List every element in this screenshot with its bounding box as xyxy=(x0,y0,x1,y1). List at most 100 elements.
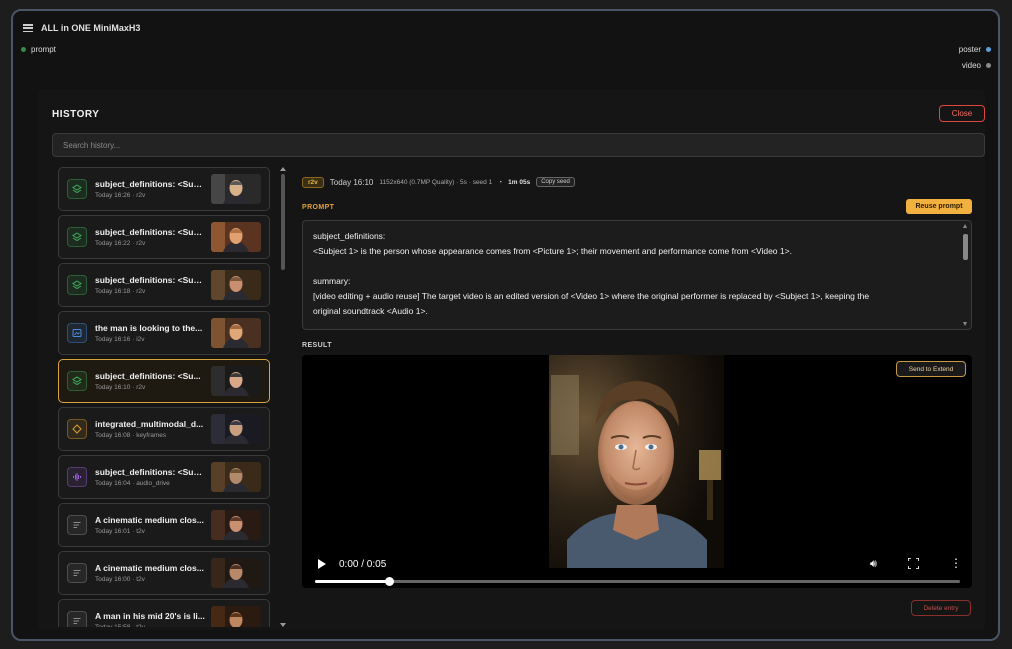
history-thumbnail xyxy=(211,174,261,204)
history-thumbnail xyxy=(211,222,261,252)
waveform-icon xyxy=(67,467,87,487)
play-icon[interactable] xyxy=(318,559,326,569)
history-thumbnail xyxy=(211,414,261,444)
scroll-up-icon[interactable] xyxy=(280,167,286,171)
history-thumbnail xyxy=(211,462,261,492)
output-video[interactable]: video xyxy=(962,61,991,70)
scroll-up-icon[interactable] xyxy=(963,224,967,228)
scroll-down-icon[interactable] xyxy=(280,623,286,627)
history-item-meta: Today 16:01 · t2v xyxy=(95,528,145,535)
history-item-meta: Today 16:10 · r2v xyxy=(95,384,146,391)
history-item-title: subject_definitions: <Su... xyxy=(95,371,201,381)
layers-icon xyxy=(67,275,87,295)
scroll-down-icon[interactable] xyxy=(963,322,967,326)
input-prompt[interactable]: prompt xyxy=(21,45,56,54)
detail-time: Today 16:10 xyxy=(329,177,374,187)
image-icon xyxy=(67,323,87,343)
history-item-title: the man is looking to the... xyxy=(95,323,203,333)
history-item-title: A cinematic medium clos... xyxy=(95,563,204,573)
delete-entry-button[interactable]: Delete entry xyxy=(911,600,971,616)
scroll-thumb[interactable] xyxy=(281,174,285,270)
history-thumbnail xyxy=(211,270,261,300)
history-panel: HISTORY Close subject_definitions: <Sub.… xyxy=(38,89,985,630)
history-item-meta: Today 15:58 · t2v xyxy=(95,624,211,627)
history-item-meta: Today 16:04 · audio_drive xyxy=(95,480,170,487)
history-item-meta: Today 16:00 · t2v xyxy=(95,576,145,583)
prompt-scrollbar[interactable] xyxy=(963,224,968,326)
volume-icon[interactable]: 🔊︎ xyxy=(870,558,877,571)
menu-icon[interactable] xyxy=(23,24,33,32)
video-time: 0:00 / 0:05 xyxy=(339,559,387,570)
history-list: subject_definitions: <Sub... Today 16:26 … xyxy=(58,167,272,627)
output-label: poster xyxy=(958,45,981,54)
progress-knob[interactable] xyxy=(384,577,394,586)
history-thumbnail xyxy=(211,510,261,540)
history-item[interactable]: A man in his mid 20's is li... Today 15:5… xyxy=(58,599,270,627)
history-item-title: subject_definitions: <Sub... xyxy=(95,179,205,189)
prompt-line: [video editing + audio reuse] The target… xyxy=(313,291,870,301)
prompt-textbox[interactable]: subject_definitions: <Subject 1> is the … xyxy=(302,220,972,330)
scroll-thumb[interactable] xyxy=(963,234,968,260)
history-item[interactable]: integrated_multimodal_d... Today 16:08 · … xyxy=(58,407,270,451)
node-window: ALL in ONE MiniMaxH3 prompt poster video… xyxy=(11,9,1000,641)
history-item[interactable]: A cinematic medium clos... Today 16:01 · … xyxy=(58,503,270,547)
history-item-meta: Today 16:16 · i2v xyxy=(95,336,145,343)
prompt-line: subject_definitions: xyxy=(313,231,386,241)
history-item-title: A cinematic medium clos... xyxy=(95,515,204,525)
history-item[interactable]: A cinematic medium clos... Today 16:00 · … xyxy=(58,551,270,595)
history-item-meta: Today 16:08 · keyframes xyxy=(95,432,167,439)
history-thumbnail xyxy=(211,318,261,348)
history-item[interactable]: the man is looking to the... Today 16:16 … xyxy=(58,311,270,355)
video-player[interactable]: Send to Extend 0:00 / 0:05 🔊︎ ⋮ xyxy=(302,355,972,588)
node-title: ALL in ONE MiniMaxH3 xyxy=(41,23,141,33)
input-dot-icon[interactable] xyxy=(21,47,26,52)
history-item-meta: Today 16:18 · r2v xyxy=(95,288,146,295)
close-button[interactable]: Close xyxy=(939,105,985,122)
history-item-meta: Today 16:26 · r2v xyxy=(95,192,146,199)
search-input[interactable] xyxy=(52,133,985,157)
reuse-prompt-button[interactable]: Reuse prompt xyxy=(906,199,972,214)
output-dot-icon[interactable] xyxy=(986,63,991,68)
history-item[interactable]: subject_definitions: <Sub... Today 16:26 … xyxy=(58,167,270,211)
diamond-icon xyxy=(67,419,87,439)
layers-icon xyxy=(67,227,87,247)
history-title: HISTORY xyxy=(52,109,100,120)
result-label: RESULT xyxy=(302,342,332,349)
history-thumbnail xyxy=(211,606,261,627)
detail-meta: r2v Today 16:10 1152x640 (0.7MP Quality)… xyxy=(302,175,972,189)
portrait-image xyxy=(549,355,724,568)
history-item-title: subject_definitions: <Sub... xyxy=(95,227,205,237)
generation-duration: 1m 05s xyxy=(508,178,531,186)
prompt-line: <Subject 1> is the person whose appearan… xyxy=(313,246,792,256)
video-controls: 0:00 / 0:05 🔊︎ ⋮ xyxy=(302,548,972,588)
history-item[interactable]: subject_definitions: <Su... Today 16:10 ·… xyxy=(58,359,270,403)
history-thumbnail xyxy=(211,366,261,396)
output-dot-icon[interactable] xyxy=(986,47,991,52)
progress-fill xyxy=(315,580,390,583)
prompt-line: summary: xyxy=(313,276,351,286)
output-poster[interactable]: poster xyxy=(959,45,991,54)
copy-seed-button[interactable]: Copy seed xyxy=(536,177,575,187)
node-header: ALL in ONE MiniMaxH3 xyxy=(23,21,140,35)
history-item-meta: Today 16:22 · r2v xyxy=(95,240,146,247)
history-item[interactable]: subject_definitions: <Sub... Today 16:18 … xyxy=(58,263,270,307)
history-item-title: A man in his mid 20's is li... xyxy=(95,611,205,621)
history-item-title: subject_definitions: <Sub... xyxy=(95,275,205,285)
history-thumbnail xyxy=(211,558,261,588)
input-label: prompt xyxy=(31,45,56,54)
mode-badge: r2v xyxy=(302,176,324,188)
fullscreen-icon[interactable] xyxy=(908,558,919,569)
video-progress-bar[interactable] xyxy=(315,577,960,586)
prompt-label: PROMPT xyxy=(302,204,335,211)
history-item[interactable]: subject_definitions: <Sub... Today 16:22 … xyxy=(58,215,270,259)
layers-icon xyxy=(67,371,87,391)
send-to-extend-button[interactable]: Send to Extend xyxy=(896,361,966,377)
history-item-title: integrated_multimodal_d... xyxy=(95,419,204,429)
history-item[interactable]: subject_definitions: <Sub... Today 16:04 … xyxy=(58,455,270,499)
video-frame xyxy=(549,355,724,568)
history-item-title: subject_definitions: <Sub... xyxy=(95,467,205,477)
more-options-icon[interactable]: ⋮ xyxy=(950,557,962,569)
history-scrollbar[interactable] xyxy=(280,167,286,627)
prompt-line: original soundtrack <Audio 1>. xyxy=(313,306,428,316)
text-icon xyxy=(67,563,87,583)
